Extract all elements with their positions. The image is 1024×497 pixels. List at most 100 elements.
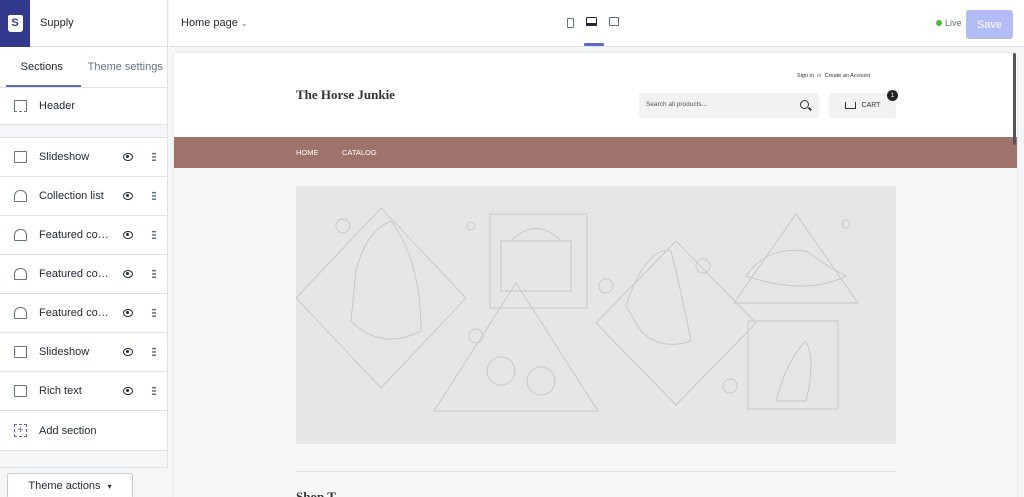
sidebar-tabs: Sections Theme settings — [0, 47, 167, 88]
live-status: Live — [936, 18, 962, 28]
add-icon: + — [14, 424, 27, 437]
eye-icon[interactable] — [123, 387, 133, 395]
drag-handle-icon[interactable] — [152, 347, 156, 357]
mobile-view-icon[interactable] — [567, 18, 574, 28]
collection-icon — [14, 190, 27, 202]
illustration-bubble — [695, 258, 711, 274]
section-divider — [296, 471, 896, 472]
section-item-featured-collection-3[interactable]: Featured colle... — [0, 294, 167, 333]
cart-count-badge: 1 — [887, 90, 898, 101]
save-button[interactable]: Save — [966, 10, 1013, 39]
account-links: Sign in or Create an Account — [797, 73, 870, 79]
nav-home-link[interactable]: HOME — [296, 148, 319, 157]
store-navbar: HOME CATALOG — [174, 137, 1017, 168]
slideshow-icon — [14, 151, 27, 163]
editor-topbar: Home page ⌄ Live Save — [169, 0, 1024, 47]
theme-actions-button[interactable]: Theme actions ▾ — [7, 473, 133, 497]
create-account-link[interactable]: Create an Account — [825, 73, 870, 79]
illustration-shoe — [745, 249, 848, 287]
search-placeholder: Search all products... — [646, 101, 708, 108]
tab-theme-settings-label: Theme settings — [87, 61, 163, 73]
section-item-label: Featured colle... — [39, 307, 111, 319]
section-item-label: Slideshow — [39, 151, 90, 163]
slideshow-icon — [14, 346, 27, 358]
illustration-boot — [625, 250, 692, 345]
illustration-diamond-1 — [295, 207, 467, 389]
caret-down-icon: ▾ — [107, 481, 112, 491]
illustration-triangle-1 — [433, 282, 599, 412]
illustration-bubble — [468, 328, 484, 344]
section-list: Slideshow Collection list Featured colle… — [0, 137, 167, 451]
save-label: Save — [976, 18, 1003, 31]
eye-icon[interactable] — [123, 231, 133, 239]
illustration-bubble — [598, 278, 614, 294]
section-item-collection-list[interactable]: Collection list — [0, 177, 167, 216]
search-input[interactable]: Search all products... — [639, 93, 819, 118]
shopping-bag-icon: S — [7, 14, 23, 32]
section-item-rich-text[interactable]: Rich text — [0, 372, 167, 411]
or-text: or — [816, 73, 822, 79]
theme-actions-bar: Theme actions ▾ — [0, 467, 168, 497]
section-item-slideshow-2[interactable]: Slideshow — [0, 333, 167, 372]
drag-handle-icon[interactable] — [152, 230, 156, 240]
cart-label: CART — [861, 102, 881, 109]
drag-handle-icon[interactable] — [152, 308, 156, 318]
section-header[interactable]: Header — [0, 88, 167, 125]
illustration-bubble — [722, 378, 738, 394]
store-preview: The Horse Junkie Sign in or Create an Acco… — [174, 53, 1017, 497]
page-selector-label: Home page — [181, 17, 238, 29]
eye-icon[interactable] — [123, 348, 133, 356]
theme-actions-label: Theme actions — [28, 480, 101, 492]
illustration-feather — [775, 340, 812, 402]
drag-handle-icon[interactable] — [152, 386, 156, 396]
device-toggle — [567, 17, 619, 28]
fullscreen-view-icon[interactable] — [609, 17, 619, 26]
nav-catalog-link[interactable]: CATALOG — [342, 148, 377, 157]
shopify-logo-icon: S — [0, 0, 30, 47]
drag-handle-icon[interactable] — [152, 191, 156, 201]
illustration-square-2 — [747, 320, 839, 410]
section-item-label: Collection list — [39, 190, 104, 202]
add-section-button[interactable]: + Add section — [0, 411, 167, 450]
tab-theme-settings[interactable]: Theme settings — [84, 47, 168, 87]
section-item-label: Rich text — [39, 385, 82, 397]
cart-button[interactable]: CART — [829, 93, 896, 118]
collection-icon — [14, 229, 27, 241]
page-selector[interactable]: Home page ⌄ — [181, 17, 248, 29]
illustration-square-1 — [489, 213, 588, 309]
preview-scrollbar[interactable] — [1013, 53, 1016, 145]
accessories-illustration — [295, 207, 859, 412]
slideshow-hero-image[interactable] — [295, 186, 896, 444]
active-device-indicator — [584, 43, 604, 46]
illustration-sunglasses-2 — [526, 366, 556, 396]
collection-icon — [14, 307, 27, 319]
tab-sections-label: Sections — [20, 61, 63, 73]
add-icon-glyph: + — [17, 424, 24, 436]
drag-handle-icon[interactable] — [152, 269, 156, 279]
sign-in-link[interactable]: Sign in — [797, 73, 814, 79]
section-item-label: Slideshow — [39, 346, 90, 358]
illustration-diamond-2 — [595, 240, 757, 406]
section-item-label: Featured colle... — [39, 229, 111, 241]
section-item-slideshow[interactable]: Slideshow — [0, 138, 167, 177]
drag-handle-icon[interactable] — [152, 152, 156, 162]
desktop-view-icon[interactable] — [586, 17, 597, 26]
eye-icon[interactable] — [123, 153, 133, 161]
store-brand[interactable]: S Supply — [0, 0, 167, 47]
chevron-down-icon: ⌄ — [240, 19, 248, 28]
illustration-bubble — [841, 219, 851, 229]
collection-icon — [14, 268, 27, 280]
live-dot-icon — [936, 20, 942, 26]
search-icon[interactable] — [800, 100, 809, 109]
store-title[interactable]: The Horse Junkie — [296, 87, 395, 103]
tab-sections[interactable]: Sections — [0, 47, 84, 87]
add-section-label: Add section — [39, 424, 97, 437]
eye-icon[interactable] — [123, 192, 133, 200]
eye-icon[interactable] — [123, 270, 133, 278]
eye-icon[interactable] — [123, 309, 133, 317]
section-item-featured-collection-1[interactable]: Featured colle... — [0, 216, 167, 255]
header-icon — [14, 100, 27, 112]
editor-sidebar: S Supply Sections Theme settings Header … — [0, 0, 168, 497]
illustration-bubble — [335, 218, 351, 234]
section-item-featured-collection-2[interactable]: Featured colle... — [0, 255, 167, 294]
